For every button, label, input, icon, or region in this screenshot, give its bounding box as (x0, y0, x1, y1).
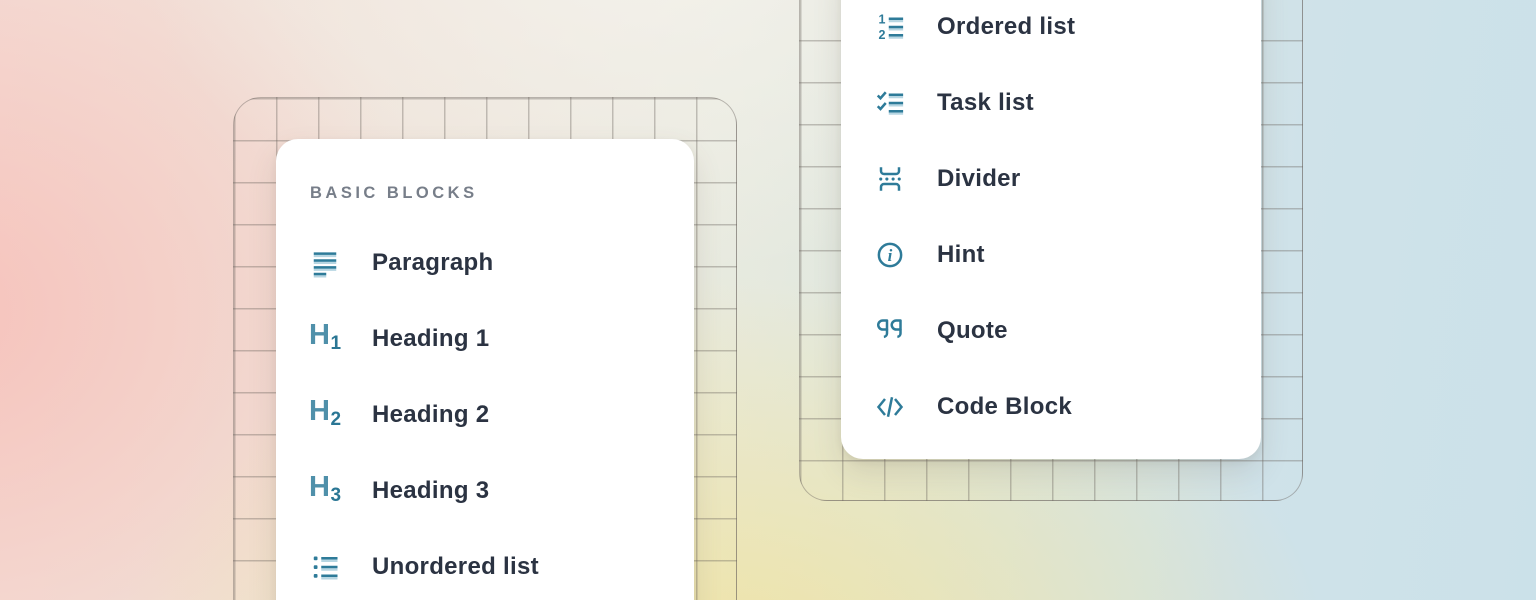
menu-item-paragraph[interactable]: Paragraph (310, 241, 694, 285)
menu-item-quote[interactable]: Quote (875, 309, 1261, 353)
menu-item-label: Heading 3 (372, 477, 489, 505)
svg-text:i: i (888, 246, 893, 265)
menu-item-hint[interactable]: i Hint (875, 233, 1261, 277)
task-list-icon (875, 88, 905, 118)
heading-1-icon: H1 (310, 324, 340, 354)
menu-item-label: Ordered list (937, 13, 1075, 41)
hint-icon: i (875, 240, 905, 270)
menu-item-label: Divider (937, 165, 1020, 193)
quote-icon (875, 316, 905, 346)
heading-2-icon: H2 (310, 400, 340, 430)
menu-item-heading-2[interactable]: H2 Heading 2 (310, 393, 694, 437)
basic-blocks-menu: BASIC BLOCKS Paragraph H1 (276, 139, 694, 600)
paragraph-icon (310, 248, 340, 278)
menu-item-label: Heading 2 (372, 401, 489, 429)
menu-item-label: Hint (937, 241, 985, 269)
menu-item-label: Quote (937, 317, 1008, 345)
menu-item-heading-3[interactable]: H3 Heading 3 (310, 469, 694, 513)
unordered-list-icon (310, 552, 340, 582)
menu-item-divider[interactable]: Divider (875, 157, 1261, 201)
svg-text:2: 2 (879, 28, 886, 42)
menu-item-code-block[interactable]: Code Block (875, 385, 1261, 429)
section-header: BASIC BLOCKS (310, 182, 694, 204)
menu-item-task-list[interactable]: Task list (875, 81, 1261, 125)
divider-icon (875, 164, 905, 194)
menu-item-label: Unordered list (372, 553, 539, 581)
menu-item-heading-1[interactable]: H1 Heading 1 (310, 317, 694, 361)
heading-3-icon: H3 (310, 476, 340, 506)
more-blocks-menu: 1 2 Ordered list (841, 0, 1261, 459)
code-block-icon (875, 392, 905, 422)
menu-item-label: Paragraph (372, 249, 493, 277)
menu-item-label: Task list (937, 89, 1034, 117)
editor-blocks-illustration: BASIC BLOCKS Paragraph H1 (0, 0, 1536, 600)
menu-item-label: Code Block (937, 393, 1072, 421)
menu-item-unordered-list[interactable]: Unordered list (310, 545, 694, 589)
svg-text:1: 1 (879, 13, 886, 27)
menu-item-label: Heading 1 (372, 325, 489, 353)
ordered-list-icon: 1 2 (875, 12, 905, 42)
menu-item-ordered-list[interactable]: 1 2 Ordered list (875, 5, 1261, 49)
